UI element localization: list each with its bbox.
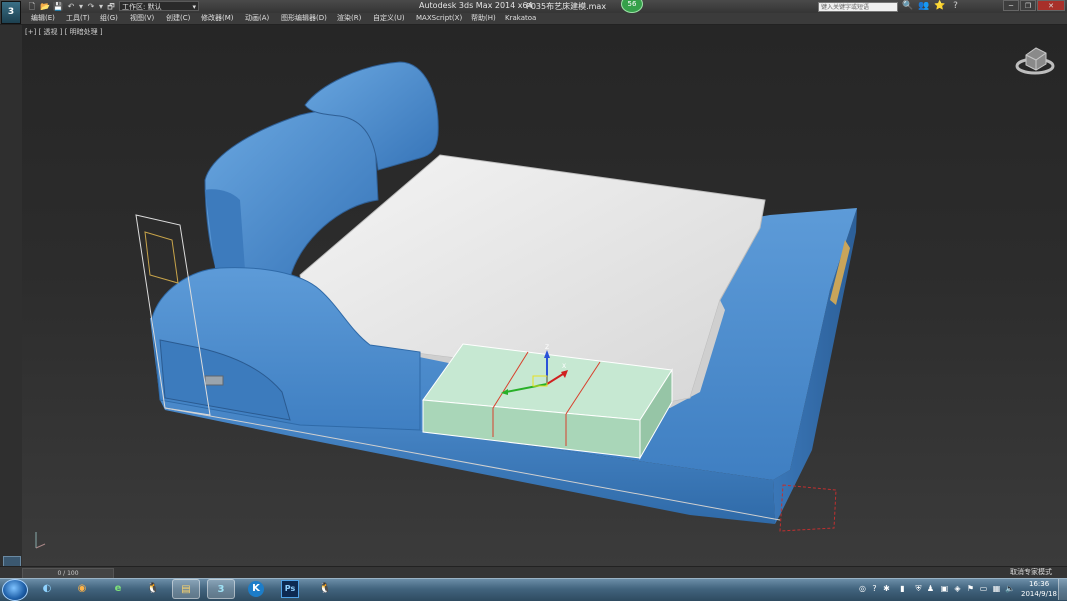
clock-date[interactable]: 2014/9/18	[1021, 590, 1057, 598]
media-icon: ◐	[42, 583, 52, 594]
clock-time[interactable]: 16:36	[1029, 580, 1049, 588]
headboard-side-panel	[205, 189, 245, 270]
tray-network-icon[interactable]: ◎	[858, 584, 867, 593]
gizmo-x-label: X	[562, 363, 566, 370]
3dsmax-icon: 3	[217, 584, 225, 595]
start-button[interactable]	[2, 579, 28, 601]
qq-icon: 🐧	[146, 583, 160, 594]
tray-help-icon[interactable]: ?	[870, 584, 879, 593]
expert-mode-status[interactable]: 取消专家模式	[1010, 567, 1052, 577]
chrome-icon: ◉	[77, 583, 87, 594]
taskbar-k-app[interactable]: K	[242, 579, 270, 599]
drawer-handle	[204, 375, 224, 386]
world-axis-x	[35, 543, 46, 549]
tray-shield-icon[interactable]: ⛨	[914, 584, 923, 593]
taskbar-chrome-app[interactable]: ◉	[68, 579, 96, 599]
tray-monitor-icon[interactable]: ▦	[992, 584, 1001, 593]
show-desktop-button[interactable]	[1058, 579, 1067, 600]
tray-battery-icon[interactable]: ▮	[898, 584, 907, 593]
taskbar-qq2-app[interactable]: 🐧	[311, 579, 339, 599]
wireframe-helper-inner	[144, 231, 179, 284]
taskbar-qq-app[interactable]: 🐧	[139, 579, 167, 599]
taskbar-photoshop-app[interactable]: Ps	[276, 579, 304, 599]
qq-icon: 🐧	[318, 583, 332, 594]
tray-qq-icon[interactable]: ♟	[926, 584, 935, 593]
taskbar-3dsmax-app[interactable]: 3	[207, 579, 235, 599]
browser-icon: e	[114, 583, 122, 594]
app-menu-button[interactable]: 3	[1, 1, 21, 24]
tray-flag-icon[interactable]: ⚑	[966, 584, 975, 593]
tray-display-icon[interactable]: ▭	[979, 584, 988, 593]
taskbar-ie-app[interactable]: e	[104, 579, 132, 599]
tray-bluetooth-icon[interactable]: ✱	[882, 584, 891, 593]
taskbar-explorer-app[interactable]: ▤	[172, 579, 200, 599]
tray-volume-icon[interactable]: 🔈	[1005, 584, 1015, 593]
gizmo-z-label: Z	[545, 344, 549, 351]
tray-security-icon[interactable]: ◈	[953, 584, 962, 593]
bed-model-scene: Z X	[35, 47, 1055, 549]
taskbar-media-app[interactable]: ◐	[33, 579, 61, 599]
k-app-icon: K	[248, 581, 264, 597]
tray-app-icon[interactable]: ▣	[940, 584, 949, 593]
photoshop-icon: Ps	[281, 580, 299, 598]
folder-icon: ▤	[181, 584, 191, 595]
